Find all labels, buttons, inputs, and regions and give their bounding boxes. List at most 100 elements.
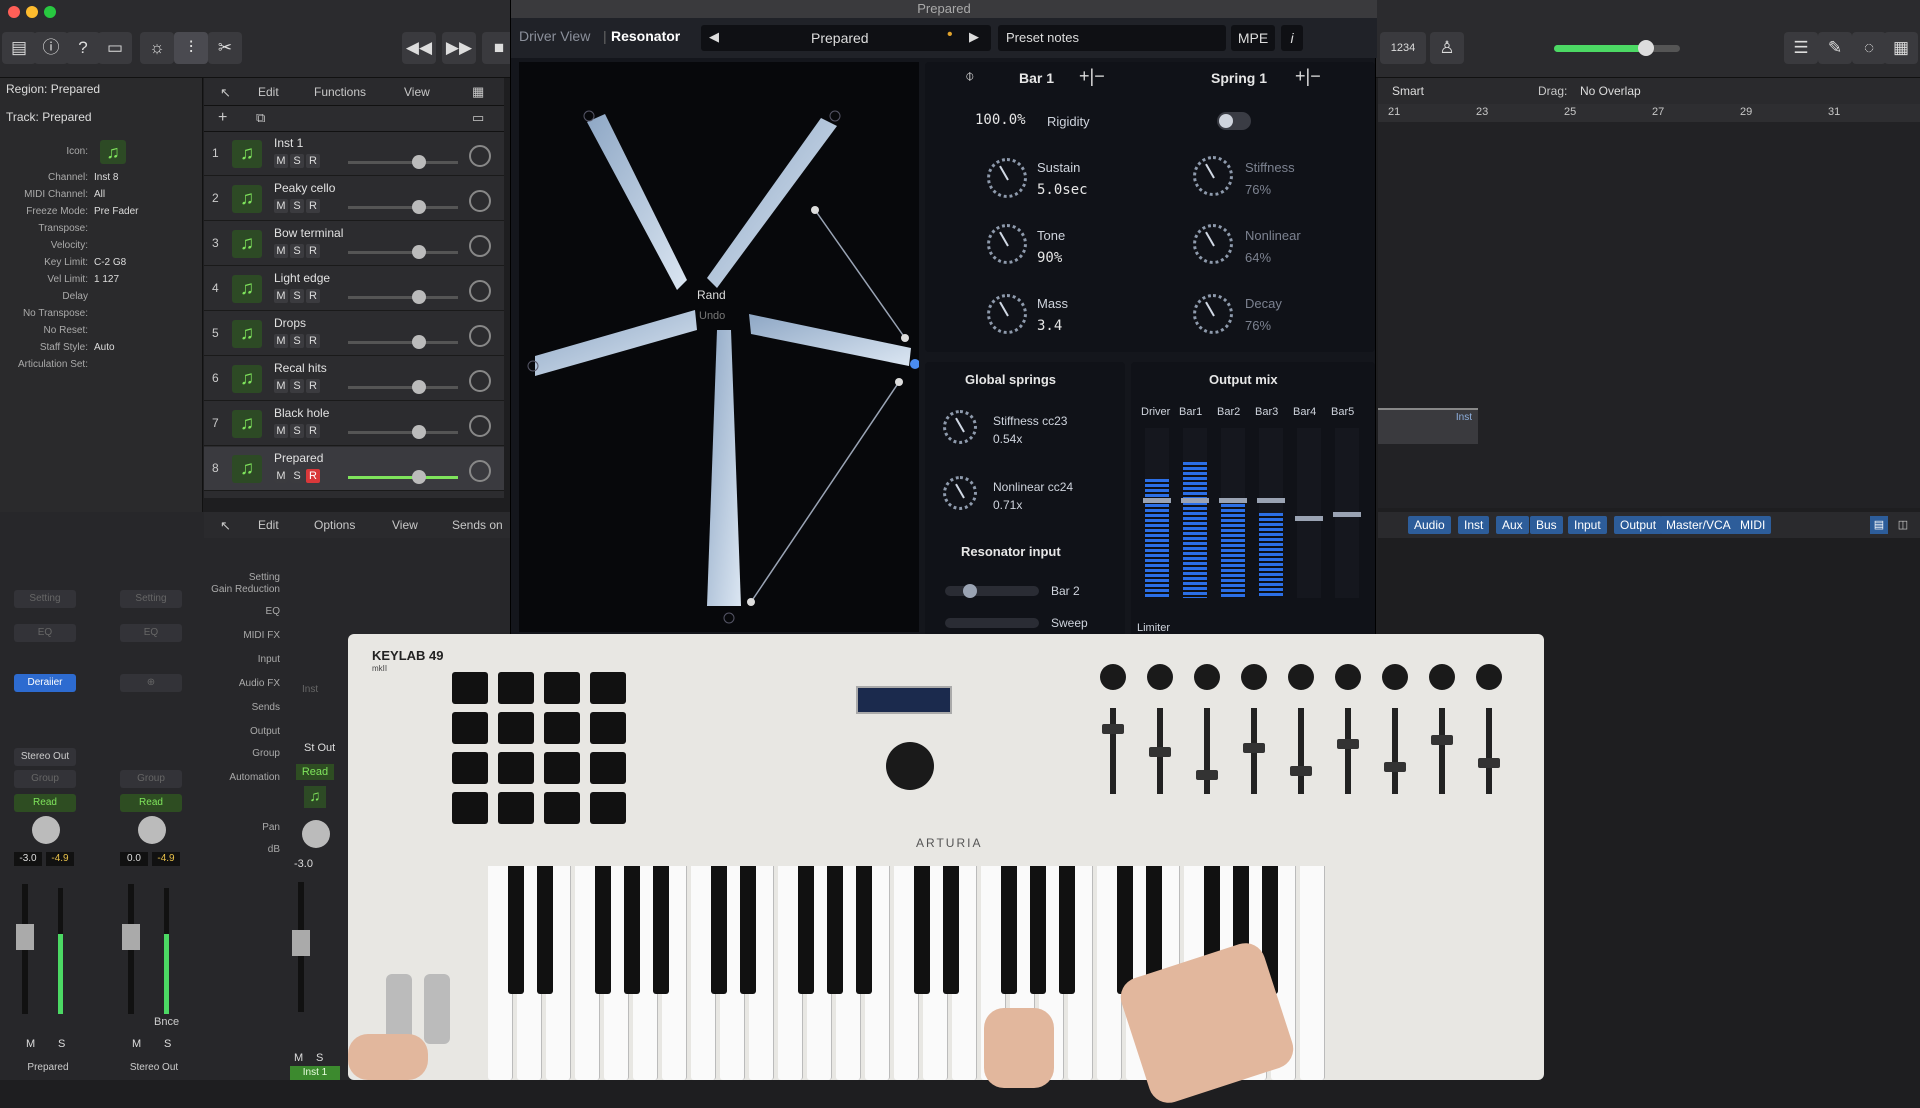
inspector-row[interactable]: Vel Limit: 1 127: [0, 274, 200, 288]
track-mute-button[interactable]: M: [274, 379, 288, 393]
inspector-row[interactable]: MIDI Channel: All: [0, 189, 200, 203]
pan-knob[interactable]: [302, 820, 330, 848]
bar-lock-icon[interactable]: ⌽: [965, 68, 975, 86]
mix-meter[interactable]: [1297, 428, 1321, 598]
track-mute-button[interactable]: M: [274, 469, 288, 483]
mixer-tab-midi[interactable]: MIDI: [1734, 516, 1772, 534]
track-pan-knob[interactable]: [469, 415, 491, 437]
anchor-point[interactable]: [583, 110, 595, 122]
track-instrument-icon[interactable]: ♫: [232, 230, 262, 258]
bar-selector[interactable]: Bar 1: [1019, 70, 1054, 86]
strip-solo-button[interactable]: S: [58, 1038, 65, 1050]
inspector-icon[interactable]: ⓘ: [34, 32, 68, 64]
strip-name[interactable]: Stereo Out: [120, 1062, 188, 1073]
track-instrument-icon[interactable]: ♫: [232, 185, 262, 213]
track-mute-button[interactable]: M: [274, 424, 288, 438]
library-icon[interactable]: ▤: [2, 32, 36, 64]
track-record-button[interactable]: R: [306, 469, 320, 483]
global-tracks-icon[interactable]: ▭: [472, 110, 484, 126]
mpe-button[interactable]: MPE: [1231, 25, 1275, 51]
master-volume-slider[interactable]: [1554, 40, 1680, 56]
global-nonlinear-knob[interactable]: [943, 476, 977, 510]
track-instrument-icon[interactable]: ♫: [232, 140, 262, 168]
automation-mode[interactable]: Read: [296, 764, 334, 780]
anchor-point[interactable]: [723, 612, 735, 624]
track-header-row[interactable]: 8 ♫ Prepared M S R: [204, 447, 504, 491]
resonator-bars-graphic[interactable]: [519, 62, 920, 632]
mix-fader-handle[interactable]: [1143, 498, 1171, 503]
track-header-row[interactable]: 5 ♫ Drops M S R: [204, 312, 504, 356]
sustain-knob[interactable]: [987, 158, 1027, 198]
track-mute-button[interactable]: M: [274, 199, 288, 213]
track-pan-knob[interactable]: [469, 145, 491, 167]
midi-region[interactable]: Inst: [1378, 408, 1478, 444]
strip-fader-cap[interactable]: [16, 924, 34, 950]
prev-preset-icon[interactable]: ◀: [709, 29, 719, 45]
pointer-tool-icon[interactable]: ↖: [220, 85, 231, 101]
toolbar-icon[interactable]: ▭: [98, 32, 132, 64]
bar-shape[interactable]: [707, 118, 837, 288]
global-stiffness-knob[interactable]: [943, 410, 977, 444]
rewind-icon[interactable]: ◀◀: [402, 32, 436, 64]
strip-output[interactable]: Stereo Out: [14, 748, 76, 766]
mixer-icon[interactable]: ⫶: [174, 32, 208, 64]
track-volume-slider[interactable]: [348, 251, 458, 254]
track-header[interactable]: Track: Prepared: [6, 110, 92, 124]
strip-setting-button[interactable]: Setting: [14, 590, 76, 608]
track-solo-button[interactable]: S: [290, 379, 304, 393]
strip-plugin-slot[interactable]: Deraiier: [14, 674, 76, 692]
track-volume-slider[interactable]: [348, 161, 458, 164]
track-instrument-icon[interactable]: ♫: [232, 365, 262, 393]
editors-icon[interactable]: ✂: [208, 32, 242, 64]
solo-button[interactable]: S: [316, 1052, 323, 1064]
strip-group[interactable]: Group: [120, 770, 182, 788]
track-solo-button[interactable]: S: [290, 199, 304, 213]
smart-controls-icon[interactable]: ☼: [140, 32, 174, 64]
strip-automation[interactable]: Read: [14, 794, 76, 812]
inspector-row[interactable]: Staff Style: Auto: [0, 342, 200, 356]
functions-menu[interactable]: Functions: [314, 85, 366, 99]
track-volume-knob[interactable]: [412, 290, 426, 304]
channel-input[interactable]: Inst: [302, 684, 318, 695]
strip-eq-button[interactable]: EQ: [120, 624, 182, 642]
mixer-tab-mastervca[interactable]: Master/VCA: [1660, 516, 1737, 534]
minimize-window-button[interactable]: [26, 6, 38, 18]
close-window-button[interactable]: [8, 6, 20, 18]
info-button[interactable]: i: [1281, 25, 1303, 51]
mixer-tab-audio[interactable]: Audio: [1408, 516, 1451, 534]
spring-node[interactable]: [747, 598, 755, 606]
decay-knob[interactable]: [1193, 294, 1233, 334]
preset-notes-field[interactable]: Preset notes: [998, 25, 1226, 51]
mix-fader-handle[interactable]: [1181, 498, 1209, 503]
track-volume-knob[interactable]: [412, 245, 426, 259]
track-pan-knob[interactable]: [469, 235, 491, 257]
track-record-button[interactable]: R: [306, 379, 320, 393]
resonator-tab[interactable]: Resonator: [611, 28, 680, 44]
strip-eq-button[interactable]: EQ: [14, 624, 76, 642]
track-name[interactable]: Black hole: [274, 406, 329, 420]
track-name[interactable]: Prepared: [274, 451, 323, 465]
track-volume-slider[interactable]: [348, 386, 458, 389]
notepad-icon[interactable]: ✎: [1818, 32, 1852, 64]
track-mute-button[interactable]: M: [274, 289, 288, 303]
track-record-button[interactable]: R: [306, 154, 320, 168]
mixer-options-menu[interactable]: Options: [314, 518, 355, 532]
spring-node[interactable]: [895, 378, 903, 386]
inspector-row[interactable]: No Reset:: [0, 325, 200, 339]
inspector-row[interactable]: Key Limit: C-2 G8: [0, 257, 200, 271]
track-name[interactable]: Drops: [274, 316, 306, 330]
slider-thumb[interactable]: [963, 584, 977, 598]
bar-shape[interactable]: [535, 310, 697, 376]
edit-menu[interactable]: Edit: [258, 85, 279, 99]
spring-selector[interactable]: Spring 1: [1211, 70, 1267, 86]
mixer-view-menu[interactable]: View: [392, 518, 418, 532]
track-volume-slider[interactable]: [348, 341, 458, 344]
track-volume-slider[interactable]: [348, 431, 458, 434]
stiffness-knob[interactable]: [1193, 156, 1233, 196]
track-name[interactable]: Inst 1: [274, 136, 303, 150]
mixer-tab-bus[interactable]: Bus: [1530, 516, 1563, 534]
inspector-row[interactable]: Freeze Mode: Pre Fader: [0, 206, 200, 220]
track-instrument-icon[interactable]: ♫: [232, 455, 262, 483]
track-name[interactable]: Recal hits: [274, 361, 327, 375]
track-record-button[interactable]: R: [306, 424, 320, 438]
